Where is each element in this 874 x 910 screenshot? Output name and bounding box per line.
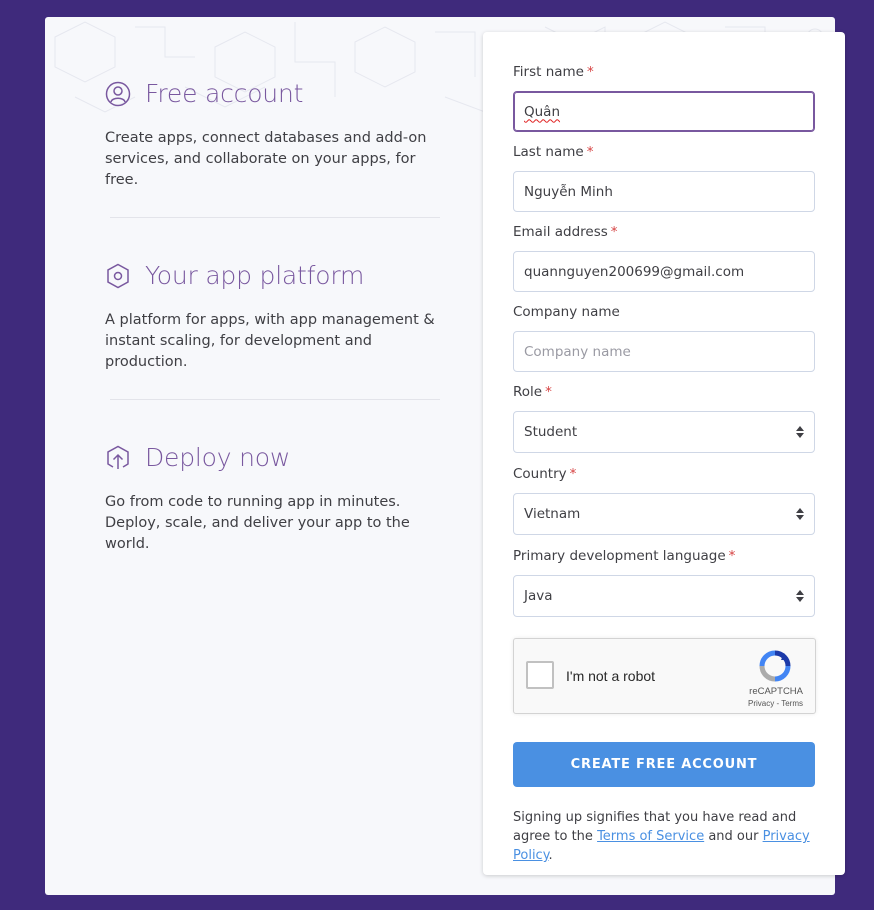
feature-description: Create apps, connect databases and add-o… <box>105 130 427 188</box>
language-field: Primary development language * Java <box>513 548 815 617</box>
required-mark: * <box>586 144 594 160</box>
feature-title: Deploy now <box>145 443 291 472</box>
recaptcha-checkbox[interactable] <box>526 661 554 689</box>
first-name-field: First name * Quân <box>513 64 815 132</box>
recaptcha-label: I'm not a robot <box>566 668 656 684</box>
last-name-label: Last name <box>513 144 584 160</box>
recaptcha-widget: I'm not a robot reCAPTCHA Privacy - Term… <box>513 638 816 714</box>
select-arrows-icon <box>796 508 804 520</box>
role-field: Role * Student <box>513 384 815 453</box>
role-select[interactable]: Student <box>513 411 815 453</box>
first-name-input[interactable]: Quân <box>513 91 815 132</box>
feature-app-platform: Your app platform A platform for apps, w… <box>105 261 445 373</box>
required-mark: * <box>545 384 552 400</box>
first-name-label: First name <box>513 64 584 80</box>
recaptcha-privacy-terms[interactable]: Privacy - Terms <box>748 699 803 708</box>
country-field: Country * Vietnam <box>513 466 815 535</box>
required-mark: * <box>610 224 618 240</box>
last-name-value: Nguyễn Minh <box>524 183 613 200</box>
language-value: Java <box>524 588 553 604</box>
legal-suffix: . <box>548 848 553 863</box>
email-field: Email address * quannguyen200699@gmail.co… <box>513 224 815 292</box>
feature-title: Free account <box>145 79 304 108</box>
feature-description: Go from code to running app in minutes. … <box>105 494 410 552</box>
legal-notice: Signing up signifies that you have read … <box>513 808 818 865</box>
country-select[interactable]: Vietnam <box>513 493 815 535</box>
role-label: Role <box>513 384 543 400</box>
recaptcha-logo-icon <box>759 650 791 682</box>
email-input[interactable]: quannguyen200699@gmail.com <box>513 251 815 292</box>
email-value: quannguyen200699@gmail.com <box>524 263 745 280</box>
legal-middle: and our <box>704 829 763 844</box>
feature-description: A platform for apps, with app management… <box>105 312 435 370</box>
create-account-button[interactable]: CREATE FREE ACCOUNT <box>513 742 815 787</box>
recaptcha-brand: reCAPTCHA <box>749 686 803 697</box>
last-name-input[interactable]: Nguyễn Minh <box>513 171 815 212</box>
last-name-field: Last name * Nguyễn Minh <box>513 144 815 212</box>
upload-hexagon-icon <box>107 445 129 469</box>
role-value: Student <box>524 424 578 440</box>
select-arrows-icon <box>796 590 804 602</box>
select-arrows-icon <box>796 426 804 438</box>
user-circle-icon <box>105 81 131 106</box>
feature-free-account: Free account Create apps, connect databa… <box>105 79 445 191</box>
required-mark: * <box>728 548 736 564</box>
company-field: Company name Company name <box>513 304 815 372</box>
company-label: Company name <box>513 304 620 320</box>
company-input[interactable]: Company name <box>513 331 815 372</box>
country-label: Country <box>513 466 567 482</box>
country-value: Vietnam <box>524 506 581 522</box>
terms-of-service-link[interactable]: Terms of Service <box>597 829 704 844</box>
company-placeholder: Company name <box>524 343 631 360</box>
divider <box>110 399 440 400</box>
required-mark: * <box>587 64 594 80</box>
hexagon-icon <box>107 263 129 288</box>
signup-form: First name * Quân Last name * Nguyễn Minh … <box>483 32 845 875</box>
language-select[interactable]: Java <box>513 575 815 617</box>
first-name-value: Quân <box>524 103 561 120</box>
email-label: Email address <box>513 224 608 240</box>
feature-title: Your app platform <box>145 261 365 290</box>
feature-deploy-now: Deploy now Go from code to running app i… <box>105 443 445 555</box>
divider <box>110 217 440 218</box>
required-mark: * <box>569 466 577 482</box>
language-label: Primary development language <box>513 548 726 564</box>
